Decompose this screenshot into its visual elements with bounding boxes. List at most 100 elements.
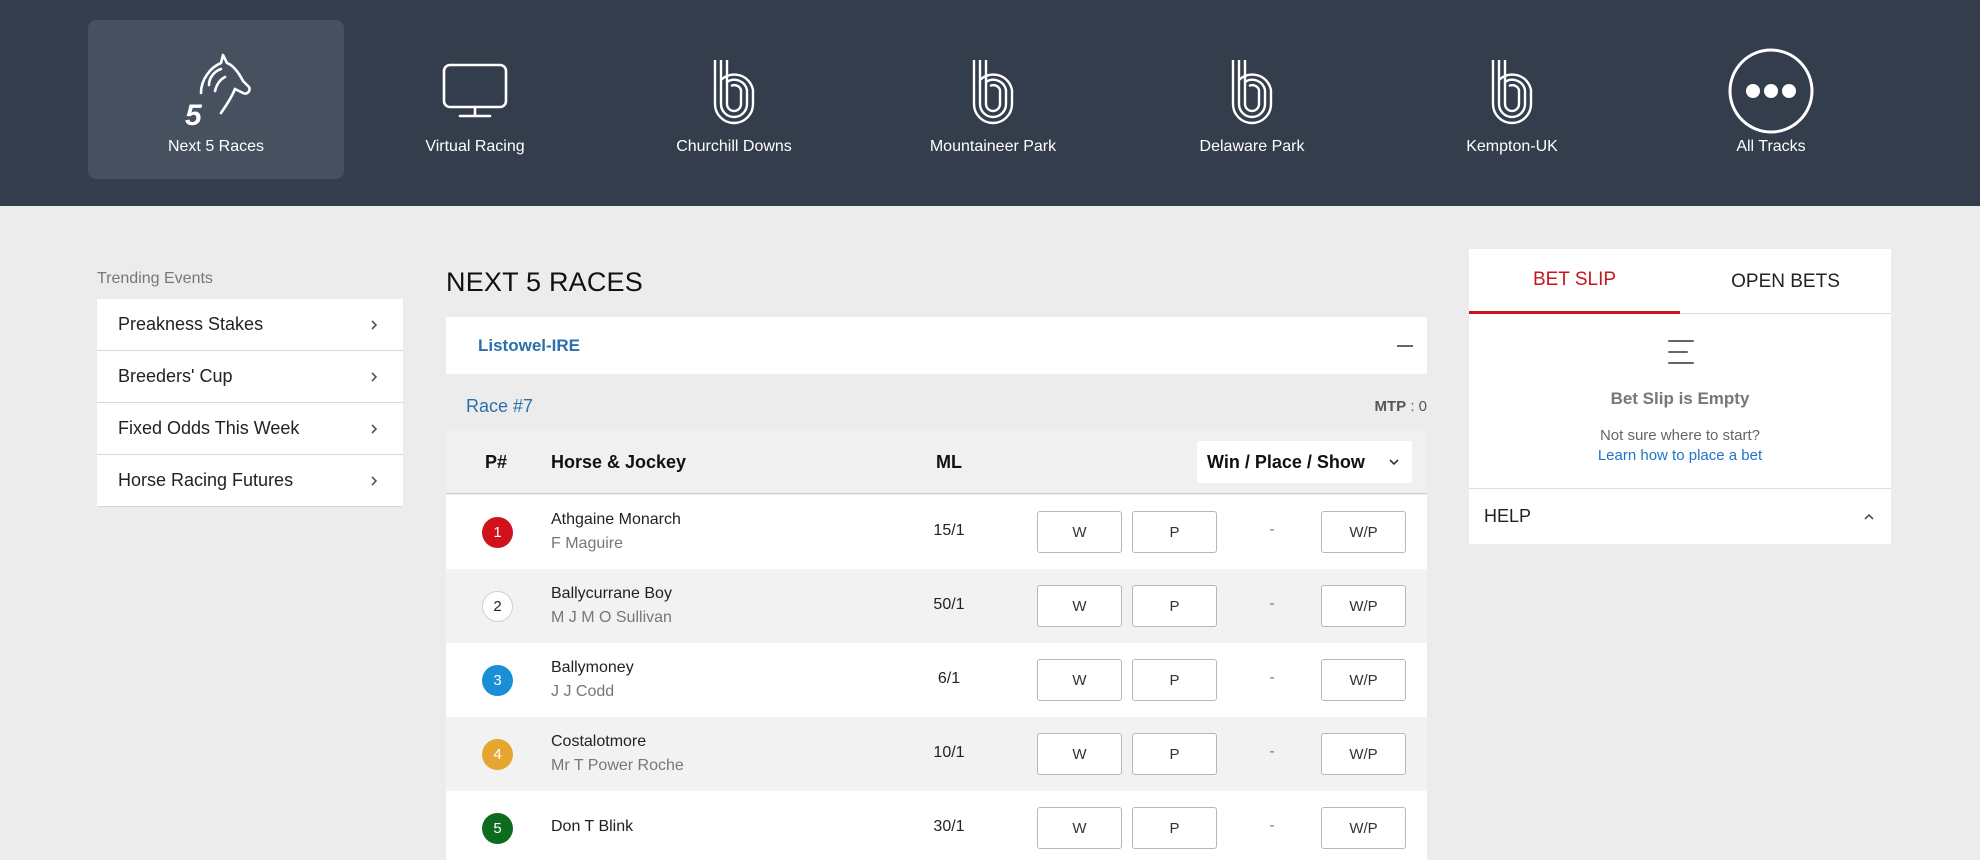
nav-label: Next 5 Races [167, 138, 265, 155]
jockey-name: M J M O Sullivan [551, 609, 672, 626]
win-place-bet-button[interactable]: W/P [1321, 585, 1406, 627]
win-place-bet-button[interactable]: W/P [1321, 511, 1406, 553]
col-morning-line: ML [936, 452, 962, 472]
runner-row: 5 Don T Blink 30/1 W P - W/P [446, 791, 1427, 860]
runner-row: 1 Athgaine Monarch F Maguire 15/1 W P - W/P [446, 495, 1427, 569]
nav-label: Delaware Park [1199, 138, 1305, 155]
runner-row: 4 Costalotmore Mr T Power Roche 10/1 W P - W/P [446, 717, 1427, 791]
trending-item-label: Fixed Odds This Week [118, 418, 300, 438]
bet-type-select[interactable]: Win / Place / Show [1197, 441, 1412, 483]
race-track-icon [606, 46, 862, 136]
trending-item-fixed-odds[interactable]: Fixed Odds This Week [97, 403, 403, 455]
help-section-toggle[interactable]: HELP [1469, 488, 1891, 544]
win-bet-button[interactable]: W [1037, 659, 1122, 701]
place-bet-button[interactable]: P [1132, 659, 1217, 701]
horse-head-5-icon: 5 [88, 46, 344, 136]
chevron-right-icon [371, 475, 378, 486]
place-bet-button[interactable]: P [1132, 807, 1217, 849]
monitor-icon [347, 46, 603, 136]
win-bet-button[interactable]: W [1037, 733, 1122, 775]
nav-tile-churchill-downs[interactable]: Churchill Downs [606, 20, 862, 179]
runner-row: 3 Ballymoney J J Codd 6/1 W P - W/P [446, 643, 1427, 717]
mtp-indicator: MTP : 0 [1374, 398, 1427, 415]
morning-line-odds: 15/1 [933, 522, 965, 539]
runners-table-header: P# Horse & Jockey ML Win / Place / Show [446, 431, 1427, 494]
track-header[interactable]: Listowel-IRE [446, 317, 1427, 374]
show-unavailable: - [1269, 595, 1275, 612]
top-nav: 5 Next 5 Races Virtual Racing Churchill … [0, 0, 1980, 206]
bet-slip-help-text: Not sure where to start? [1599, 427, 1761, 444]
win-place-bet-button[interactable]: W/P [1321, 659, 1406, 701]
horse-name: Athgaine Monarch [551, 511, 681, 528]
bet-slip-tabs: BET SLIP OPEN BETS [1469, 249, 1891, 314]
nav-tile-all-tracks[interactable]: All Tracks [1643, 20, 1899, 179]
horse-name: Ballymoney [551, 659, 634, 676]
trending-item-preakness-stakes[interactable]: Preakness Stakes [97, 299, 403, 351]
place-bet-button[interactable]: P [1132, 585, 1217, 627]
trending-item-label: Preakness Stakes [118, 314, 264, 334]
col-program-number: P# [485, 452, 508, 472]
chevron-down-icon [1389, 459, 1399, 466]
runners-list: 1 Athgaine Monarch F Maguire 15/1 W P - W/P 2 Bal… [446, 495, 1427, 860]
svg-text:5: 5 [185, 99, 203, 131]
nav-label: Churchill Downs [676, 138, 792, 155]
mtp-label: MTP [1374, 398, 1407, 415]
morning-line-odds: 6/1 [937, 670, 961, 687]
nav-label: Kempton-UK [1466, 138, 1558, 155]
bet-type-value: Win / Place / Show [1207, 451, 1365, 472]
nav-label: All Tracks [1736, 138, 1806, 155]
runner-row: 2 Ballycurrane Boy M J M O Sullivan 50/1 W P -… [446, 569, 1427, 643]
race-info: Race #7 MTP : 0 [466, 396, 1427, 417]
nav-tile-kempton-uk[interactable]: Kempton-UK [1384, 20, 1640, 179]
saddle-cloth-number: 5 [482, 813, 513, 844]
horse-name: Ballycurrane Boy [551, 585, 672, 602]
help-label: HELP [1484, 506, 1532, 526]
empty-list-icon [1668, 340, 1694, 364]
saddle-cloth-number: 3 [482, 665, 513, 696]
place-bet-button[interactable]: P [1132, 733, 1217, 775]
race-track-icon [865, 46, 1121, 136]
col-horse-jockey: Horse & Jockey [551, 452, 687, 472]
morning-line-odds: 50/1 [933, 596, 965, 613]
trending-item-label: Horse Racing Futures [118, 470, 294, 490]
trending-item-horse-racing-futures[interactable]: Horse Racing Futures [97, 455, 403, 507]
race-track-icon [1124, 46, 1380, 136]
win-bet-button[interactable]: W [1037, 511, 1122, 553]
bet-slip-panel: BET SLIP OPEN BETS Bet Slip is Empty Not… [1469, 249, 1891, 544]
win-bet-button[interactable]: W [1037, 807, 1122, 849]
trending-events-list: Preakness Stakes Breeders' Cup Fixed Odd… [97, 299, 403, 507]
place-bet-button[interactable]: P [1132, 511, 1217, 553]
race-number-link[interactable]: Race #7 [466, 396, 533, 417]
morning-line-odds: 30/1 [933, 818, 965, 835]
morning-line-odds: 10/1 [933, 744, 965, 761]
nav-label: Virtual Racing [425, 138, 525, 155]
page-title: NEXT 5 RACES [446, 267, 643, 297]
tab-open-bets[interactable]: OPEN BETS [1680, 249, 1891, 314]
nav-tile-next-5-races[interactable]: 5 Next 5 Races [88, 20, 344, 179]
show-unavailable: - [1269, 817, 1275, 834]
show-unavailable: - [1269, 669, 1275, 686]
trending-events-title: Trending Events [97, 270, 213, 287]
tab-bet-slip[interactable]: BET SLIP [1469, 249, 1680, 314]
chevron-right-icon [371, 371, 378, 382]
show-unavailable: - [1269, 521, 1275, 538]
learn-how-to-bet-link[interactable]: Learn how to place a bet [1469, 447, 1891, 464]
jockey-name: J J Codd [551, 683, 615, 700]
win-bet-button[interactable]: W [1037, 585, 1122, 627]
track-name[interactable]: Listowel-IRE [478, 336, 580, 356]
win-place-bet-button[interactable]: W/P [1321, 733, 1406, 775]
saddle-cloth-number: 4 [482, 739, 513, 770]
chevron-right-icon [371, 319, 378, 330]
bet-slip-empty-title: Bet Slip is Empty [1610, 389, 1750, 408]
race-track-icon [1384, 46, 1640, 136]
nav-label: Mountaineer Park [929, 138, 1057, 155]
trending-item-breeders-cup[interactable]: Breeders' Cup [97, 351, 403, 403]
saddle-cloth-number: 2 [482, 591, 513, 622]
nav-tile-mountaineer-park[interactable]: Mountaineer Park [865, 20, 1121, 179]
collapse-minus-icon[interactable] [1397, 344, 1413, 347]
jockey-name: F Maguire [551, 535, 624, 552]
horse-name: Don T Blink [551, 818, 634, 835]
nav-tile-virtual-racing[interactable]: Virtual Racing [347, 20, 603, 179]
win-place-bet-button[interactable]: W/P [1321, 807, 1406, 849]
nav-tile-delaware-park[interactable]: Delaware Park [1124, 20, 1380, 179]
